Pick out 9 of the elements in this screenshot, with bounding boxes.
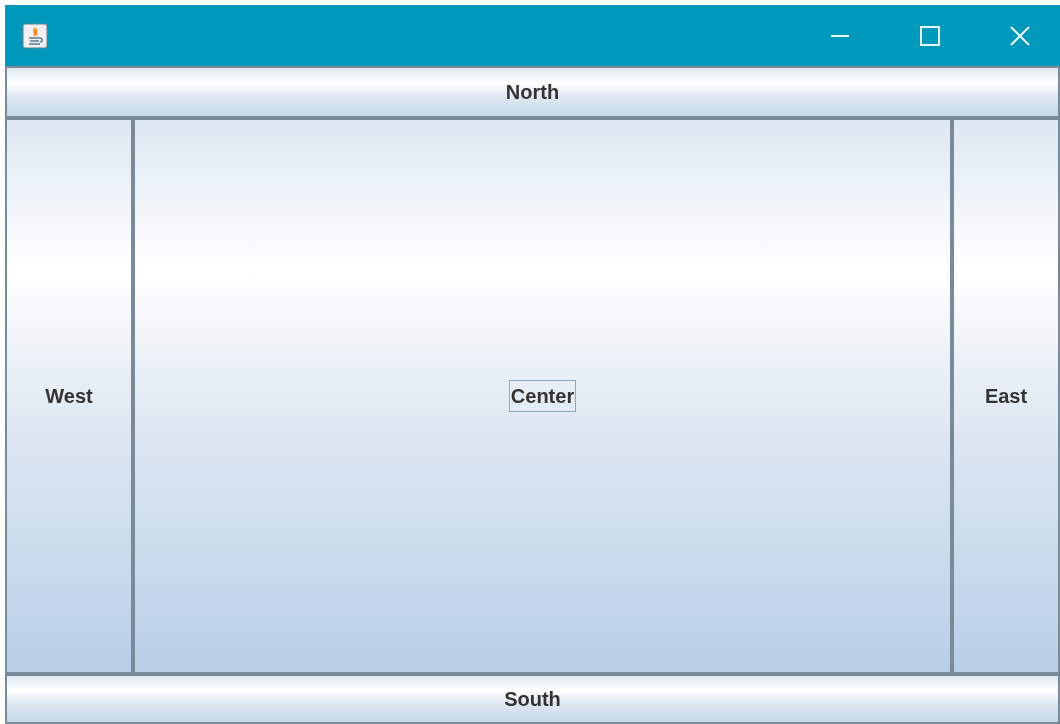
east-button[interactable]: East [952, 118, 1060, 674]
minimize-icon [831, 34, 849, 37]
app-icon [22, 22, 48, 49]
close-icon [1010, 25, 1030, 46]
north-button[interactable]: North [5, 66, 1060, 118]
west-button[interactable]: West [5, 118, 133, 674]
maximize-icon [920, 25, 940, 46]
south-button[interactable]: South [5, 674, 1060, 724]
center-button[interactable]: Center [133, 118, 952, 674]
